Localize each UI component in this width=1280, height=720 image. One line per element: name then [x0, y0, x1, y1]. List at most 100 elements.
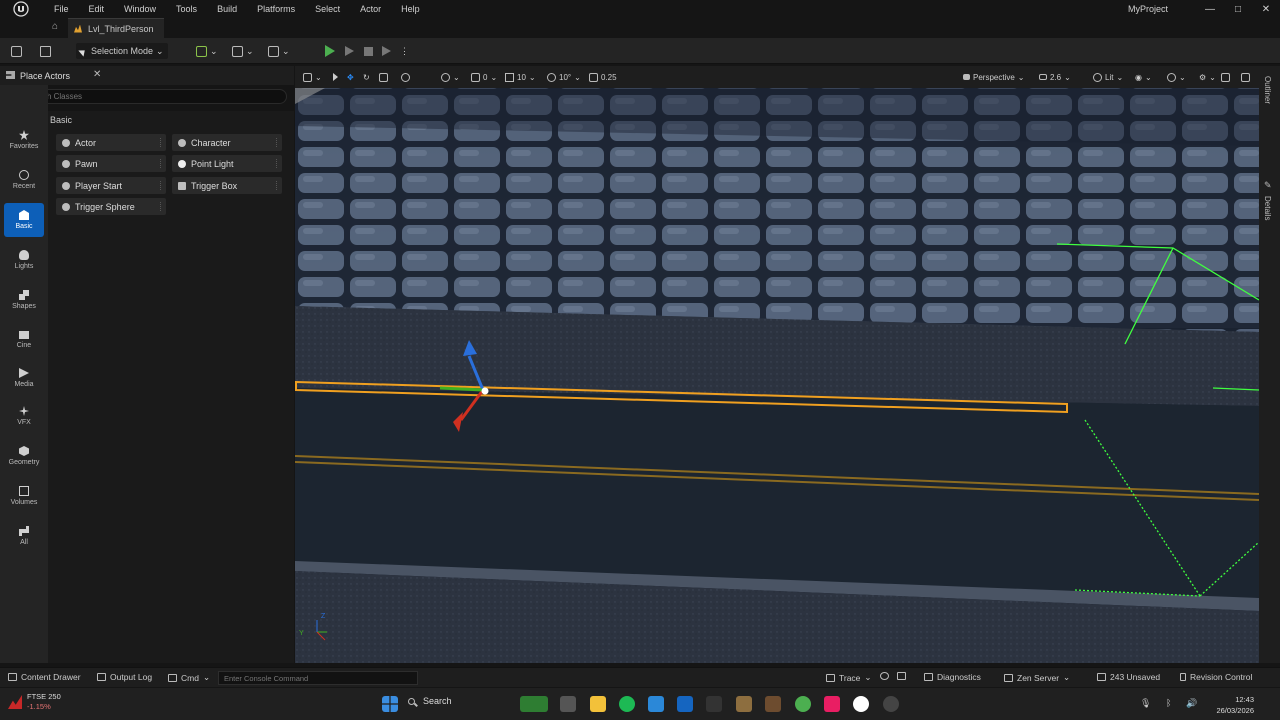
pencil-icon[interactable]: ✎ [1264, 180, 1272, 191]
outliner-tab[interactable]: Outliner [1263, 76, 1272, 104]
maximize-viewport-icon[interactable] [1241, 71, 1250, 83]
mode-media[interactable]: Media [4, 361, 44, 395]
viewport-scene[interactable]: Y Z [295, 66, 1259, 663]
level-tab[interactable]: Lvl_ThirdPerson [68, 18, 164, 38]
select-tool-icon[interactable] [333, 71, 338, 83]
content-drawer-button[interactable]: Content Drawer [8, 672, 81, 682]
mode-cine[interactable]: Cine [4, 323, 44, 357]
drag-handle-icon[interactable] [160, 202, 162, 211]
actor-item-player-start[interactable]: Player Start [56, 177, 166, 194]
task-view-icon[interactable] [560, 696, 576, 712]
taskbar-search[interactable]: Search [408, 696, 452, 706]
rotation-readout[interactable]: 0 ⌄ [471, 71, 497, 83]
unsaved-button[interactable]: 243 Unsaved [1097, 672, 1160, 682]
photos-icon[interactable] [824, 696, 840, 712]
realtime-dropdown[interactable]: ⌄ [1167, 71, 1186, 83]
actor-item-actor[interactable]: Actor [56, 134, 166, 151]
play-icon[interactable] [325, 43, 335, 59]
unreal-logo-icon[interactable] [12, 0, 30, 18]
drag-handle-icon[interactable] [160, 159, 162, 168]
mode-basic[interactable]: Basic [4, 203, 44, 237]
actor-item-character[interactable]: Character [172, 134, 282, 151]
mode-volumes[interactable]: Volumes [4, 479, 44, 513]
stock-widget[interactable]: FTSE 250 -1.15% [8, 692, 61, 712]
layout-icon[interactable] [1221, 71, 1230, 83]
drag-handle-icon[interactable] [276, 159, 278, 168]
drag-handle-icon[interactable] [160, 138, 162, 147]
drag-handle-icon[interactable] [276, 138, 278, 147]
app-grid-icon[interactable] [706, 696, 722, 712]
actor-item-trigger-sphere[interactable]: Trigger Sphere [56, 198, 166, 215]
mode-recent[interactable]: Recent [4, 163, 44, 197]
bluetooth-icon[interactable]: ᛒ [1166, 698, 1171, 708]
speaker-icon[interactable]: 🔊 [1186, 698, 1197, 709]
app-red-dot-icon[interactable] [883, 696, 899, 712]
translate-tool-icon[interactable]: ✥ [347, 71, 354, 83]
world-space-icon[interactable] [401, 71, 410, 83]
mode-all[interactable]: All [4, 519, 44, 553]
menu-window[interactable]: Window [114, 4, 166, 14]
app-brown-icon[interactable] [736, 696, 752, 712]
close-panel-icon[interactable]: ✕ [93, 69, 101, 80]
more-options-icon[interactable]: ⋮ [400, 43, 409, 59]
blueprint-icon[interactable]: ⌄ [232, 43, 254, 59]
grid-snap-dropdown[interactable]: 10 ⌄ [505, 71, 536, 83]
scale-snap-dropdown[interactable]: 0.25 [589, 71, 617, 83]
rotation-snap-dropdown[interactable]: 10° ⌄ [547, 71, 581, 83]
actor-item-point-light[interactable]: Point Light [172, 155, 282, 172]
content-browser-icon[interactable] [40, 43, 51, 59]
revision-control-button[interactable]: Revision Control [1180, 672, 1252, 682]
details-tab[interactable]: Details [1263, 196, 1272, 220]
minecraft-icon[interactable] [765, 696, 781, 712]
chrome-icon[interactable] [795, 696, 811, 712]
diagnostics-button[interactable]: Diagnostics [924, 672, 981, 682]
add-actor-icon[interactable]: ⌄ [196, 43, 218, 59]
camera-speed-dropdown[interactable]: 2.6 ⌄ [1039, 71, 1071, 83]
perspective-dropdown[interactable]: Perspective ⌄ [963, 71, 1025, 83]
file-explorer-icon[interactable] [590, 696, 606, 712]
actor-item-pawn[interactable]: Pawn [56, 155, 166, 172]
store-icon[interactable] [677, 696, 693, 712]
cinematics-icon[interactable]: ⌄ [268, 43, 290, 59]
rotate-tool-icon[interactable]: ↻ [363, 71, 370, 83]
app-cube-icon[interactable] [648, 696, 664, 712]
spotify-icon[interactable] [619, 696, 635, 712]
menu-tools[interactable]: Tools [166, 4, 207, 14]
mode-favorites[interactable]: Favorites [4, 123, 44, 157]
settings-dropdown[interactable]: ⚙ ⌄ [1199, 71, 1216, 83]
show-flags-dropdown[interactable]: ◉ ⌄ [1135, 71, 1152, 83]
stop-icon[interactable] [364, 43, 373, 59]
surface-snap-dropdown[interactable]: ⌄ [441, 71, 460, 83]
mode-vfx[interactable]: VFX [4, 399, 44, 433]
selection-mode-dropdown[interactable]: Selection Mode ⌄ [76, 43, 168, 59]
zen-server-dropdown[interactable]: Zen Server ⌄ [1004, 672, 1070, 683]
trace-dropdown[interactable]: Trace ⌄ [826, 672, 872, 683]
level-viewport[interactable]: Y Z ⌄ ✥ ↻ ⌄ 0 ⌄ 10 ⌄ 10° ⌄ 0.25 Perspective… [295, 66, 1259, 663]
cmd-dropdown[interactable]: Cmd ⌄ [168, 672, 210, 683]
menu-build[interactable]: Build [207, 4, 247, 14]
menu-edit[interactable]: Edit [79, 4, 115, 14]
home-icon[interactable]: ⌂ [48, 21, 62, 35]
drag-handle-icon[interactable] [276, 181, 278, 190]
scale-tool-icon[interactable] [379, 71, 388, 83]
mode-lights[interactable]: Lights [4, 243, 44, 277]
console-command-input[interactable] [219, 672, 417, 684]
widgets-icon[interactable] [520, 696, 548, 712]
snapshot-icon[interactable] [897, 672, 906, 680]
menu-platforms[interactable]: Platforms [247, 4, 305, 14]
taskbar-clock[interactable]: 12:43 26/03/2026 [1216, 694, 1254, 716]
minimize-icon[interactable]: — [1200, 2, 1220, 16]
mode-shapes[interactable]: Shapes [4, 283, 44, 317]
close-window-icon[interactable]: ✕ [1256, 2, 1276, 16]
menu-actor[interactable]: Actor [350, 4, 391, 14]
transform-tools-dropdown[interactable]: ⌄ [303, 71, 322, 83]
mic-icon[interactable]: 🎙 [1140, 698, 1151, 709]
search-classes-input[interactable] [26, 92, 276, 101]
menu-select[interactable]: Select [305, 4, 350, 14]
record-icon[interactable] [880, 672, 889, 680]
save-icon[interactable] [11, 43, 22, 59]
menu-file[interactable]: File [44, 4, 79, 14]
windows-start-icon[interactable] [382, 696, 398, 712]
drag-handle-icon[interactable] [160, 181, 162, 190]
view-mode-dropdown[interactable]: Lit ⌄ [1093, 71, 1123, 83]
